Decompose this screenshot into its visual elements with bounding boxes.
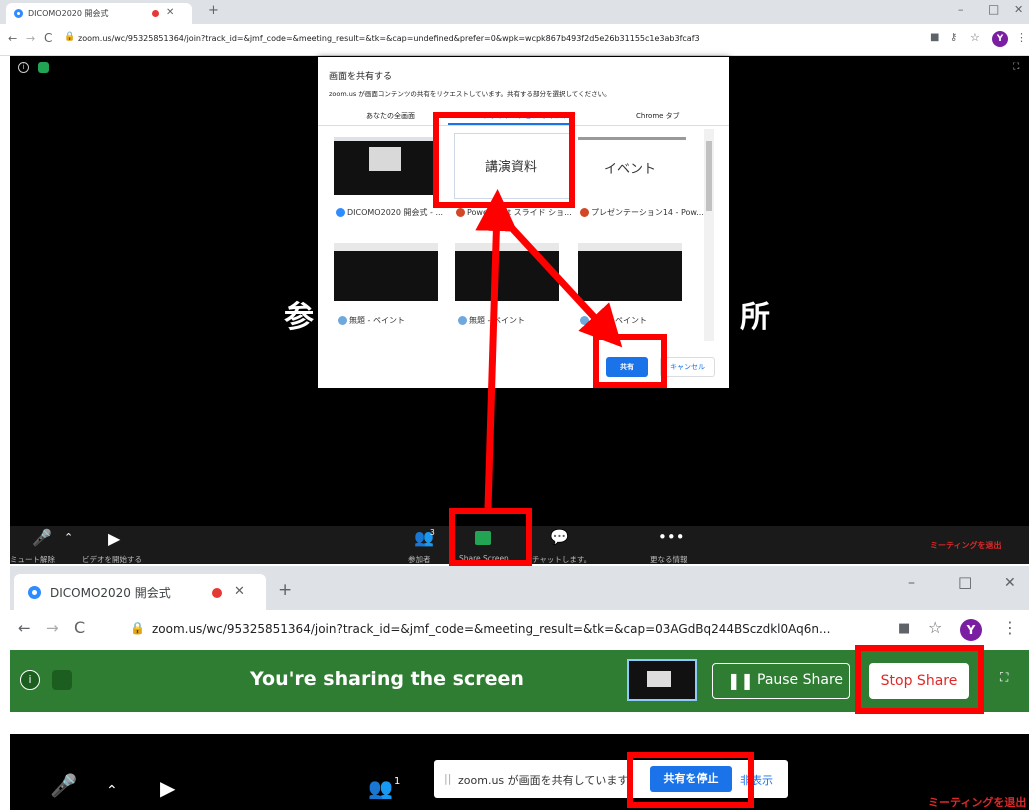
sharing-message: You're sharing the screen	[250, 668, 524, 690]
address-bar-bottom: ← → C 🔒 zoom.us/wc/95325851364/join?trac…	[10, 610, 1029, 650]
sharing-status-bar: i You're sharing the screen ❚❚ Pause Sha…	[10, 650, 1029, 712]
lock-icon: 🔒	[130, 621, 145, 635]
arrow-to-share-button	[494, 209, 623, 348]
bookmark-star-icon[interactable]: ☆	[928, 620, 942, 636]
pause-share-label: Pause Share	[757, 672, 844, 688]
stop-sharing-button[interactable]: 共有を停止	[650, 766, 732, 792]
info-icon[interactable]: i	[20, 670, 40, 690]
pause-share-button[interactable]: ❚❚ Pause Share	[712, 663, 850, 699]
browser-tab-bottom[interactable]: DICOMO2020 開会式 ✕	[14, 574, 266, 610]
pause-icon: ❚❚	[727, 671, 754, 690]
video-off-icon[interactable]: ▶	[160, 778, 175, 798]
hide-button[interactable]: 非表示	[740, 772, 773, 788]
camera-icon[interactable]: ■	[898, 622, 910, 635]
zoom-favicon-icon	[28, 586, 41, 599]
arrow-to-powerpoint	[475, 189, 518, 509]
leave-meeting-button[interactable]: ミーティングを退出	[928, 794, 1026, 810]
notification-text: zoom.us が画面を共有しています。	[458, 774, 639, 787]
reload-icon[interactable]: C	[74, 620, 85, 636]
menu-icon[interactable]: ⋮	[1002, 620, 1018, 636]
drag-handle-icon[interactable]: ||	[444, 772, 451, 785]
back-icon[interactable]: ←	[18, 621, 31, 636]
screen-sharing-notification: || zoom.us が画面を共有しています。 共有を停止 非表示	[434, 760, 788, 798]
collapse-icon[interactable]: ⛶	[1000, 670, 1008, 685]
recording-indicator-icon	[212, 588, 222, 598]
profile-avatar[interactable]: Y	[960, 619, 982, 641]
chevron-up-icon[interactable]: ⌃	[106, 784, 118, 798]
security-shield-icon[interactable]	[52, 670, 72, 690]
maximize-button[interactable]: □	[958, 575, 972, 590]
close-tab-icon[interactable]: ✕	[234, 585, 245, 598]
url-input[interactable]: zoom.us/wc/95325851364/join?track_id=&jm…	[152, 622, 892, 636]
tab-strip-bottom: DICOMO2020 開会式 ✕ + – □ ✕	[10, 566, 1029, 610]
close-window-button[interactable]: ✕	[1004, 576, 1016, 590]
participants-count: 1	[394, 776, 401, 787]
stop-share-button[interactable]: Stop Share	[869, 663, 969, 699]
minimize-button[interactable]: –	[908, 576, 915, 590]
tab-title: DICOMO2020 開会式	[50, 586, 171, 600]
participants-icon[interactable]: 👥	[368, 778, 393, 798]
new-tab-button[interactable]: +	[278, 582, 292, 599]
microphone-muted-icon[interactable]: 🎤	[50, 776, 77, 798]
forward-icon[interactable]: →	[46, 621, 59, 636]
shared-screen-preview[interactable]	[627, 659, 697, 701]
